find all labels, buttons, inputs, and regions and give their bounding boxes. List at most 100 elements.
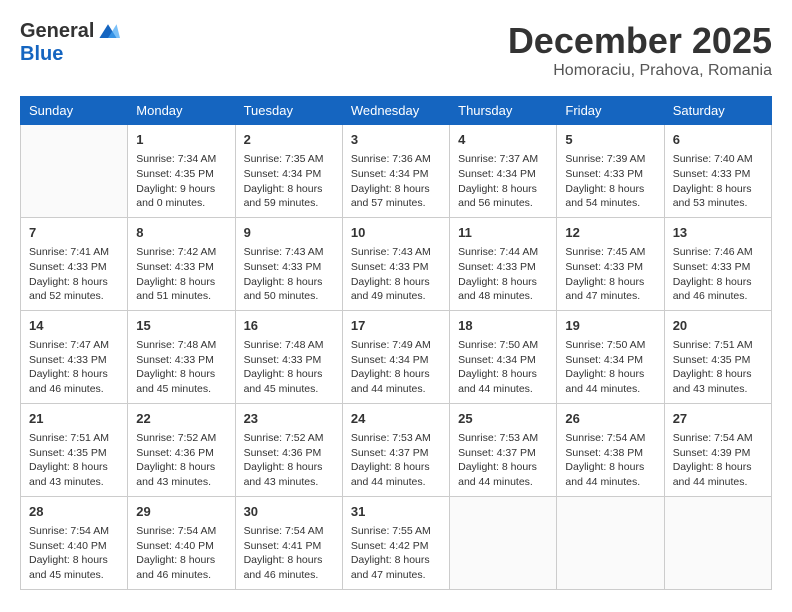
- calendar-cell: 7 Sunrise: 7:41 AMSunset: 4:33 PMDaylight…: [21, 217, 128, 310]
- calendar-cell: 13Sunrise: 7:46 AMSunset: 4:33 PMDayligh…: [664, 217, 771, 310]
- calendar-header-saturday: Saturday: [664, 97, 771, 125]
- cell-content: Sunrise: 7:50 AMSunset: 4:34 PMDaylight:…: [565, 338, 655, 397]
- cell-content: Sunrise: 7:43 AMSunset: 4:33 PMDaylight:…: [351, 245, 441, 304]
- calendar-cell: 20 Sunrise: 7:51 AMSunset: 4:35 PMDayligh…: [664, 310, 771, 403]
- cell-content: Sunrise: 7:54 AMSunset: 4:39 PMDaylight:…: [673, 431, 763, 490]
- day-number: 30: [244, 503, 334, 521]
- header: General Blue December 2025 Homoraciu, Pr…: [20, 20, 772, 80]
- calendar-cell: 2 Sunrise: 7:35 AMSunset: 4:34 PMDaylight…: [235, 125, 342, 218]
- cell-content: Sunrise: 7:37 AMSunset: 4:34 PMDaylight:…: [458, 152, 548, 211]
- day-number: 24: [351, 410, 441, 428]
- calendar-cell: 4 Sunrise: 7:37 AMSunset: 4:34 PMDaylight…: [450, 125, 557, 218]
- day-number: 27: [673, 410, 763, 428]
- day-number: 8: [136, 224, 226, 242]
- day-number: 20: [673, 317, 763, 335]
- calendar-week-row: 7 Sunrise: 7:41 AMSunset: 4:33 PMDaylight…: [21, 217, 772, 310]
- cell-content: Sunrise: 7:52 AMSunset: 4:36 PMDaylight:…: [136, 431, 226, 490]
- calendar-cell: [664, 496, 771, 589]
- day-number: 21: [29, 410, 119, 428]
- cell-content: Sunrise: 7:35 AMSunset: 4:34 PMDaylight:…: [244, 152, 334, 211]
- cell-content: Sunrise: 7:47 AMSunset: 4:33 PMDaylight:…: [29, 338, 119, 397]
- cell-content: Sunrise: 7:44 AMSunset: 4:33 PMDaylight:…: [458, 245, 548, 304]
- calendar-header-friday: Friday: [557, 97, 664, 125]
- day-number: 9: [244, 224, 334, 242]
- calendar: SundayMondayTuesdayWednesdayThursdayFrid…: [20, 96, 772, 590]
- calendar-cell: 15 Sunrise: 7:48 AMSunset: 4:33 PMDayligh…: [128, 310, 235, 403]
- logo-general-text: General: [20, 20, 94, 43]
- logo: General Blue: [20, 20, 120, 66]
- calendar-cell: 28 Sunrise: 7:54 AMSunset: 4:40 PMDayligh…: [21, 496, 128, 589]
- cell-content: Sunrise: 7:55 AMSunset: 4:42 PMDaylight:…: [351, 524, 441, 583]
- cell-content: Sunrise: 7:50 AMSunset: 4:34 PMDaylight:…: [458, 338, 548, 397]
- calendar-cell: 12 Sunrise: 7:45 AMSunset: 4:33 PMDayligh…: [557, 217, 664, 310]
- title-area: December 2025 Homoraciu, Prahova, Romani…: [508, 20, 772, 80]
- month-title: December 2025: [508, 20, 772, 62]
- cell-content: Sunrise: 7:41 AMSunset: 4:33 PMDaylight:…: [29, 245, 119, 304]
- cell-content: Sunrise: 7:49 AMSunset: 4:34 PMDaylight:…: [351, 338, 441, 397]
- day-number: 31: [351, 503, 441, 521]
- cell-content: Sunrise: 7:51 AMSunset: 4:35 PMDaylight:…: [29, 431, 119, 490]
- day-number: 4: [458, 131, 548, 149]
- calendar-cell: 23 Sunrise: 7:52 AMSunset: 4:36 PMDayligh…: [235, 403, 342, 496]
- calendar-cell: 10 Sunrise: 7:43 AMSunset: 4:33 PMDayligh…: [342, 217, 449, 310]
- day-number: 14: [29, 317, 119, 335]
- cell-content: Sunrise: 7:36 AMSunset: 4:34 PMDaylight:…: [351, 152, 441, 211]
- day-number: 6: [673, 131, 763, 149]
- day-number: 29: [136, 503, 226, 521]
- day-number: 22: [136, 410, 226, 428]
- cell-content: Sunrise: 7:52 AMSunset: 4:36 PMDaylight:…: [244, 431, 334, 490]
- calendar-cell: 8 Sunrise: 7:42 AMSunset: 4:33 PMDaylight…: [128, 217, 235, 310]
- cell-content: Sunrise: 7:45 AMSunset: 4:33 PMDaylight:…: [565, 245, 655, 304]
- day-number: 7: [29, 224, 119, 242]
- day-number: 3: [351, 131, 441, 149]
- calendar-cell: [557, 496, 664, 589]
- cell-content: Sunrise: 7:53 AMSunset: 4:37 PMDaylight:…: [458, 431, 548, 490]
- calendar-header-row: SundayMondayTuesdayWednesdayThursdayFrid…: [21, 97, 772, 125]
- calendar-cell: 17Sunrise: 7:49 AMSunset: 4:34 PMDayligh…: [342, 310, 449, 403]
- day-number: 11: [458, 224, 548, 242]
- day-number: 1: [136, 131, 226, 149]
- logo-blue-text: Blue: [20, 43, 63, 66]
- cell-content: Sunrise: 7:51 AMSunset: 4:35 PMDaylight:…: [673, 338, 763, 397]
- calendar-header-monday: Monday: [128, 97, 235, 125]
- cell-content: Sunrise: 7:53 AMSunset: 4:37 PMDaylight:…: [351, 431, 441, 490]
- calendar-cell: 24 Sunrise: 7:53 AMSunset: 4:37 PMDayligh…: [342, 403, 449, 496]
- cell-content: Sunrise: 7:34 AMSunset: 4:35 PMDaylight:…: [136, 152, 226, 211]
- day-number: 25: [458, 410, 548, 428]
- cell-content: Sunrise: 7:43 AMSunset: 4:33 PMDaylight:…: [244, 245, 334, 304]
- day-number: 23: [244, 410, 334, 428]
- day-number: 2: [244, 131, 334, 149]
- calendar-week-row: 14 Sunrise: 7:47 AMSunset: 4:33 PMDayligh…: [21, 310, 772, 403]
- calendar-cell: 19 Sunrise: 7:50 AMSunset: 4:34 PMDayligh…: [557, 310, 664, 403]
- day-number: 15: [136, 317, 226, 335]
- calendar-cell: 14 Sunrise: 7:47 AMSunset: 4:33 PMDayligh…: [21, 310, 128, 403]
- calendar-cell: 5Sunrise: 7:39 AMSunset: 4:33 PMDaylight…: [557, 125, 664, 218]
- calendar-cell: 3 Sunrise: 7:36 AMSunset: 4:34 PMDaylight…: [342, 125, 449, 218]
- cell-content: Sunrise: 7:42 AMSunset: 4:33 PMDaylight:…: [136, 245, 226, 304]
- cell-content: Sunrise: 7:48 AMSunset: 4:33 PMDaylight:…: [136, 338, 226, 397]
- day-number: 5: [565, 131, 655, 149]
- calendar-week-row: 21 Sunrise: 7:51 AMSunset: 4:35 PMDayligh…: [21, 403, 772, 496]
- day-number: 19: [565, 317, 655, 335]
- location-title: Homoraciu, Prahova, Romania: [508, 62, 772, 80]
- calendar-cell: 22 Sunrise: 7:52 AMSunset: 4:36 PMDayligh…: [128, 403, 235, 496]
- calendar-week-row: 28 Sunrise: 7:54 AMSunset: 4:40 PMDayligh…: [21, 496, 772, 589]
- calendar-cell: 1 Sunrise: 7:34 AMSunset: 4:35 PMDaylight…: [128, 125, 235, 218]
- day-number: 28: [29, 503, 119, 521]
- day-number: 13: [673, 224, 763, 242]
- calendar-cell: 27 Sunrise: 7:54 AMSunset: 4:39 PMDayligh…: [664, 403, 771, 496]
- calendar-cell: 6 Sunrise: 7:40 AMSunset: 4:33 PMDaylight…: [664, 125, 771, 218]
- calendar-cell: [450, 496, 557, 589]
- cell-content: Sunrise: 7:54 AMSunset: 4:40 PMDaylight:…: [29, 524, 119, 583]
- cell-content: Sunrise: 7:54 AMSunset: 4:41 PMDaylight:…: [244, 524, 334, 583]
- calendar-week-row: 1 Sunrise: 7:34 AMSunset: 4:35 PMDaylight…: [21, 125, 772, 218]
- calendar-cell: 21 Sunrise: 7:51 AMSunset: 4:35 PMDayligh…: [21, 403, 128, 496]
- calendar-cell: 26 Sunrise: 7:54 AMSunset: 4:38 PMDayligh…: [557, 403, 664, 496]
- day-number: 26: [565, 410, 655, 428]
- day-number: 10: [351, 224, 441, 242]
- calendar-cell: 18Sunrise: 7:50 AMSunset: 4:34 PMDayligh…: [450, 310, 557, 403]
- calendar-cell: 25 Sunrise: 7:53 AMSunset: 4:37 PMDayligh…: [450, 403, 557, 496]
- cell-content: Sunrise: 7:54 AMSunset: 4:38 PMDaylight:…: [565, 431, 655, 490]
- day-number: 12: [565, 224, 655, 242]
- cell-content: Sunrise: 7:40 AMSunset: 4:33 PMDaylight:…: [673, 152, 763, 211]
